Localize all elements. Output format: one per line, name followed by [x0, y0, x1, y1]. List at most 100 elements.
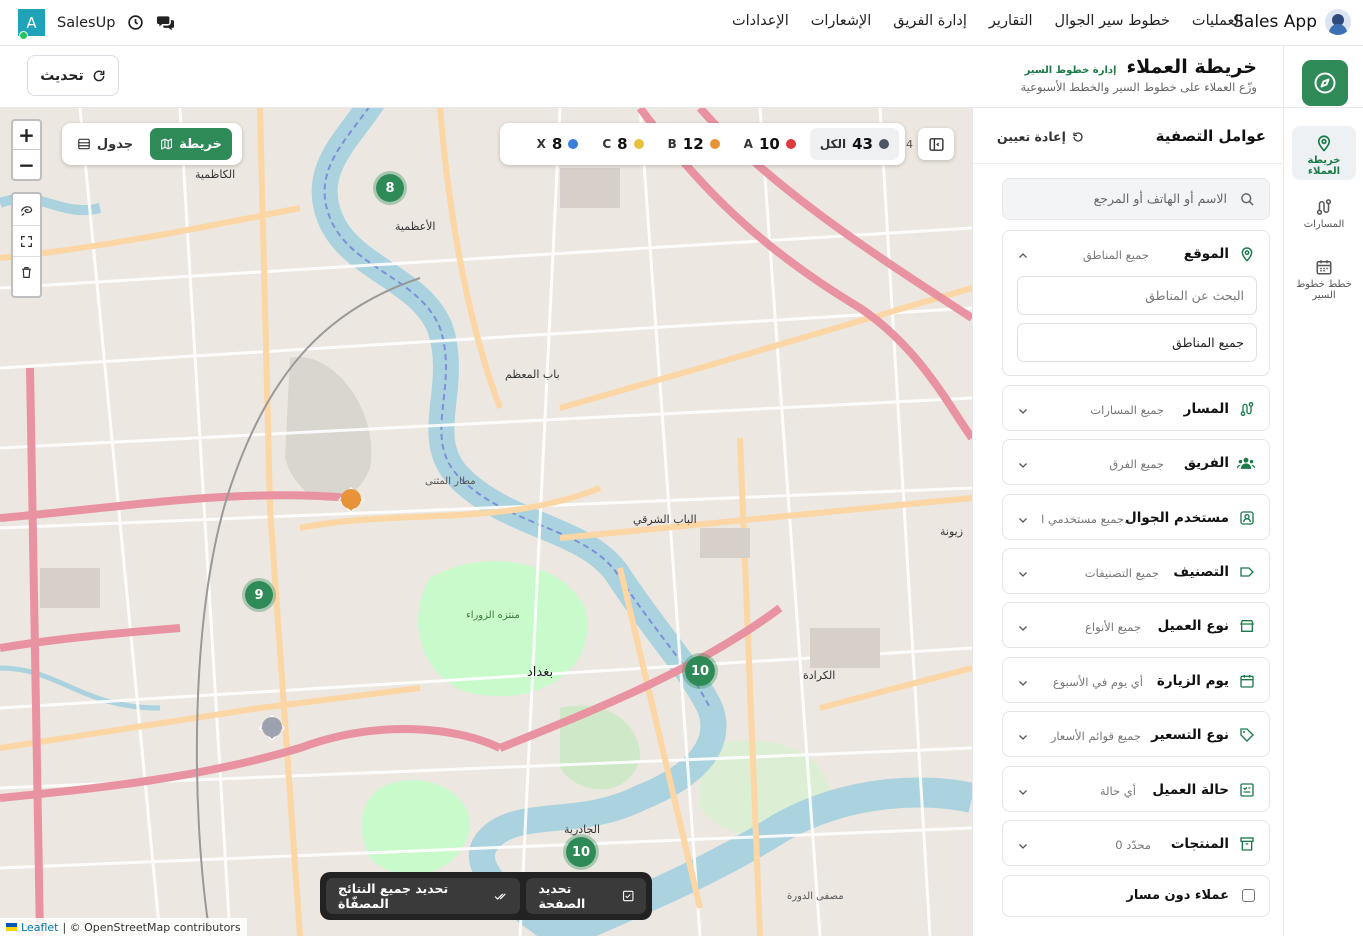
category-legend: 43 الكل 10 A 12 B 8 C 8 X — [500, 123, 905, 165]
legend-item-a[interactable]: 10 A — [734, 128, 806, 160]
chevron-down-icon[interactable] — [1017, 619, 1029, 638]
table-view-button[interactable]: جدول — [66, 128, 144, 160]
cluster-marker[interactable]: 8 — [373, 171, 407, 205]
customer-marker-b[interactable] — [336, 484, 366, 514]
chevron-down-icon[interactable] — [1017, 728, 1029, 747]
collapse-panel-button[interactable] — [918, 128, 954, 160]
side-rail: خريطة العملاء المسارات خطط خطوط السير — [1283, 108, 1363, 936]
legend-dot — [709, 139, 720, 149]
chevron-down-icon[interactable] — [1017, 674, 1029, 693]
legend-name: B — [667, 137, 677, 151]
filters-panel: عوامل التصفية إعادة تعيين الاسم أو الهات… — [972, 108, 1284, 936]
zoom-out-button[interactable]: − — [13, 150, 40, 179]
trash-icon[interactable] — [13, 256, 40, 287]
reset-filters-button[interactable]: إعادة تعيين — [997, 129, 1084, 144]
flag-icon — [6, 923, 17, 931]
company-name[interactable]: SalesUp — [57, 15, 115, 31]
fullscreen-icon[interactable] — [13, 225, 40, 256]
nav-operations[interactable]: العمليات — [1192, 13, 1243, 29]
team-icon — [1236, 455, 1256, 475]
route-icon — [1316, 199, 1332, 215]
map-pin-icon — [1239, 246, 1255, 266]
map-view-button[interactable]: خريطة — [150, 128, 232, 160]
filter-label: الموقع — [1183, 246, 1229, 262]
customer-search-input[interactable]: الاسم أو الهاتف أو المرجع — [1002, 178, 1270, 220]
selection-action-bar: تحديد الصفحة تحديد جميع النتائج المصفّاة — [320, 872, 652, 920]
refresh-button[interactable]: تحديث — [27, 55, 119, 96]
price-tag-icon — [1239, 727, 1255, 747]
select-all-filtered-button[interactable]: تحديد جميع النتائج المصفّاة — [326, 878, 521, 914]
zoom-in-button[interactable]: + — [13, 121, 40, 150]
cluster-marker[interactable]: 9 — [242, 578, 276, 612]
legend-item-c[interactable]: 8 C — [592, 128, 653, 160]
panel-collapse-icon — [928, 137, 944, 151]
filter-value: جميع الفرق — [1109, 457, 1164, 471]
refresh-icon — [92, 69, 106, 83]
filter-route[interactable]: المسار جميع المسارات — [1002, 385, 1270, 431]
rail-item-routes[interactable]: المسارات — [1292, 190, 1356, 242]
filter-no-route[interactable]: عملاء دون مسار — [1002, 875, 1270, 917]
place-label-zawraa-park: منتزه الزوراء — [466, 610, 520, 621]
view-toggle: جدول خريطة — [62, 123, 242, 165]
filter-pricing-type[interactable]: نوع التسعير جميع قوائم الأسعار — [1002, 711, 1270, 757]
filter-classification[interactable]: التصنيف جميع التصنيفات — [1002, 548, 1270, 594]
rail-header — [1283, 46, 1363, 108]
legend-item-x[interactable]: 8 X — [527, 128, 589, 160]
nav-team-management[interactable]: إدارة الفريق — [893, 13, 967, 29]
filter-label: المسار — [1183, 401, 1229, 417]
filters-header: عوامل التصفية إعادة تعيين — [973, 108, 1284, 164]
no-route-checkbox[interactable] — [1242, 889, 1255, 902]
filter-mobile-user[interactable]: مستخدم الجوال جميع مستخدمي ا... — [1002, 494, 1270, 540]
leaflet-link[interactable]: Leaflet — [21, 921, 58, 934]
tag-outline-icon — [1239, 564, 1255, 584]
legend-item-all[interactable]: 43 الكل — [809, 128, 899, 160]
reset-icon — [1073, 131, 1083, 142]
nav-settings[interactable]: الإعدادات — [732, 13, 789, 29]
nav-notifications[interactable]: الإشعارات — [811, 13, 872, 29]
brand[interactable]: Sales App — [1233, 9, 1351, 35]
compass-button[interactable] — [1302, 60, 1348, 106]
chevron-down-icon[interactable] — [1017, 565, 1029, 584]
rail-item-customer-map[interactable]: خريطة العملاء — [1292, 126, 1356, 180]
chevron-down-icon[interactable] — [1017, 511, 1029, 530]
filter-products[interactable]: المنتجات 0 محدّد — [1002, 820, 1270, 866]
customer-marker-none[interactable] — [257, 712, 287, 742]
place-label-bab-alsharqi: الباب الشرقي — [633, 513, 697, 526]
nav-reports[interactable]: التقارير — [989, 13, 1033, 29]
calendar-icon — [1316, 260, 1332, 275]
map-pin-icon — [1317, 135, 1331, 152]
cluster-marker[interactable]: 10 — [682, 653, 718, 689]
chevron-down-icon[interactable] — [1017, 837, 1029, 856]
area-search-input[interactable]: البحث عن المناطق — [1017, 276, 1257, 315]
place-label-dora-refinery: مصفى الدورة — [787, 891, 844, 902]
history-icon[interactable] — [127, 14, 144, 31]
cluster-marker[interactable]: 10 — [563, 834, 599, 870]
filter-team[interactable]: الفريق جميع الفرق — [1002, 439, 1270, 485]
user-avatar[interactable]: A — [18, 9, 45, 40]
chevron-down-icon[interactable] — [1017, 402, 1029, 421]
breadcrumb[interactable]: إدارة خطوط السير — [1025, 65, 1117, 76]
nav-mobile-routes[interactable]: خطوط سير الجوال — [1055, 13, 1170, 29]
double-check-icon — [494, 893, 506, 900]
rail-item-route-plans[interactable]: خطط خطوط السير — [1292, 250, 1356, 312]
chat-icon[interactable] — [156, 14, 175, 31]
user-badge-icon — [1239, 510, 1255, 530]
chevron-down-icon[interactable] — [1017, 783, 1029, 802]
status-icon — [1239, 782, 1255, 802]
select-page-button[interactable]: تحديد الصفحة — [526, 878, 646, 914]
filter-value: 0 محدّد — [1115, 838, 1151, 852]
rail-item-label: المسارات — [1303, 219, 1345, 230]
osm-attribution: | © OpenStreetMap contributors — [62, 920, 241, 934]
customer-map[interactable]: الكاظمية الأعظمية باب المعظم الباب الشرق… — [0, 108, 972, 936]
filter-visit-day[interactable]: يوم الزيارة أي يوم في الأسبوع — [1002, 657, 1270, 703]
chevron-up-icon[interactable] — [1017, 247, 1029, 266]
filter-label: نوع التسعير — [1151, 727, 1229, 743]
filter-customer-status[interactable]: حالة العميل أي حالة — [1002, 766, 1270, 812]
legend-dot — [568, 139, 579, 149]
area-select[interactable]: جميع المناطق — [1017, 323, 1257, 362]
chevron-down-icon[interactable] — [1017, 456, 1029, 475]
legend-item-b[interactable]: 12 B — [658, 128, 730, 160]
filter-label: المنتجات — [1170, 836, 1229, 852]
filter-customer-type[interactable]: نوع العميل جميع الأنواع — [1002, 602, 1270, 648]
lasso-icon[interactable] — [13, 194, 40, 225]
